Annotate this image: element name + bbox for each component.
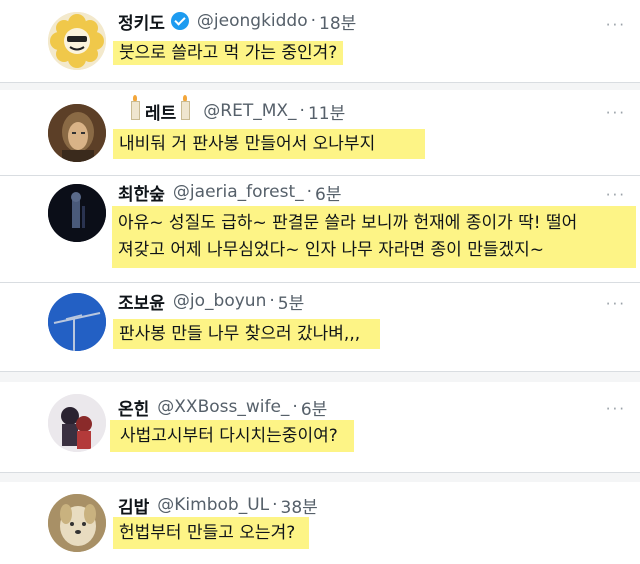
display-name[interactable]: 조보윤	[118, 289, 165, 314]
tweet-card[interactable]: 조보윤 @jo_boyun · 5분 판사봉 만들 나무 찾으러 갔나벼,,, …	[0, 283, 640, 371]
tweet-text: 아유~ 성질도 급하~ 판결문 쓸라 보니까 헌재에 종이가 딱! 떨어 져갖고…	[112, 206, 636, 268]
anime-avatar-icon	[48, 394, 106, 452]
user-handle[interactable]: @Kimbob_UL	[157, 495, 269, 515]
tweet-card[interactable]: 레트 @RET_MX_ · 11분 내비둬 거 판사봉 만들어서 오나부지 ··…	[0, 90, 640, 175]
more-dots-icon[interactable]: ···	[606, 295, 626, 313]
separator-dot: ·	[272, 495, 278, 515]
tweet-header: 조보윤 @jo_boyun · 5분	[118, 288, 304, 314]
tweet-text-line: 사법고시부터 다시치는중이여?	[110, 420, 354, 452]
candle-emoji-icon	[181, 94, 191, 120]
user-handle[interactable]: @XXBoss_wife_	[157, 397, 289, 417]
avatar[interactable]	[48, 104, 106, 162]
timestamp[interactable]: 11분	[308, 99, 345, 124]
user-handle[interactable]: @jeongkiddo	[197, 11, 308, 31]
sky-avatar-icon	[48, 293, 106, 351]
user-handle[interactable]: @jaeria_forest_	[173, 182, 304, 202]
tweet-text-line: 판사봉 만들 나무 찾으러 갔나벼,,,	[113, 319, 381, 349]
user-handle[interactable]: @RET_MX_	[203, 101, 296, 121]
separator-dot: ·	[292, 397, 298, 417]
tweet-header: 정키도 @jeongkiddo · 18분	[118, 8, 356, 34]
timestamp[interactable]: 38분	[281, 493, 318, 518]
tweet-text-line: 져갖고 어제 나무심었다~ 인자 나무 자라면 종이 만들겠지~	[118, 240, 545, 260]
divider	[0, 472, 640, 473]
candle-emoji-icon	[131, 94, 140, 120]
separator-dot: ·	[306, 182, 313, 202]
tweet-card[interactable]: 최한숲 @jaeria_forest_ · 6분 아유~ 성질도 급하~ 판결문…	[0, 176, 640, 282]
display-name[interactable]: 최한숲	[118, 180, 165, 205]
timestamp[interactable]: 6분	[315, 180, 341, 205]
separator-dot: ·	[299, 101, 305, 121]
tweet-text-line: 붓으로 쓸라고 먹 가는 중인겨?	[113, 41, 344, 65]
tweet-text: 붓으로 쓸라고 먹 가는 중인겨?	[113, 40, 344, 67]
dog-avatar-icon	[48, 494, 106, 552]
tweet-text: 헌법부터 만들고 오는겨?	[113, 517, 310, 549]
display-name[interactable]: 온힌	[118, 395, 149, 420]
more-dots-icon[interactable]: ···	[606, 186, 626, 204]
tweet-text-line: 헌법부터 만들고 오는겨?	[113, 517, 310, 549]
timestamp[interactable]: 6분	[301, 395, 327, 420]
tweet-text: 사법고시부터 다시치는중이여?	[110, 420, 354, 452]
display-name[interactable]: 레트	[145, 99, 176, 124]
avatar[interactable]	[48, 494, 106, 552]
avatar[interactable]	[48, 12, 106, 70]
tweet-text-line: 아유~ 성질도 급하~ 판결문 쓸라 보니까 헌재에 종이가 딱! 떨어	[118, 213, 578, 233]
avatar[interactable]	[48, 184, 106, 242]
timestamp[interactable]: 18분	[319, 9, 356, 34]
portrait-avatar-icon	[48, 104, 106, 162]
verified-badge-icon	[170, 12, 189, 30]
avatar[interactable]	[48, 394, 106, 452]
user-handle[interactable]: @jo_boyun	[173, 291, 266, 311]
tweet-card[interactable]: 정키도 @jeongkiddo · 18분 붓으로 쓸라고 먹 가는 중인겨? …	[0, 0, 640, 82]
tweet-text: 판사봉 만들 나무 찾으러 갔나벼,,,	[113, 319, 381, 349]
flower-avatar-icon	[48, 12, 106, 70]
divider	[0, 82, 640, 83]
night-figure-avatar-icon	[48, 184, 106, 242]
tweet-text-line: 내비둬 거 판사봉 만들어서 오나부지	[113, 129, 426, 159]
display-name[interactable]: 정키도	[118, 9, 165, 34]
tweet-header: 온힌 @XXBoss_wife_ · 6분	[118, 394, 327, 420]
tweet-card[interactable]: 김밥 @Kimbob_UL · 38분 헌법부터 만들고 오는겨?	[0, 482, 640, 564]
divider	[0, 371, 640, 372]
separator-dot: ·	[310, 11, 317, 31]
separator-dot: ·	[269, 291, 275, 311]
tweet-header: 최한숲 @jaeria_forest_ · 6분	[118, 179, 342, 205]
avatar[interactable]	[48, 293, 106, 351]
timestamp[interactable]: 5분	[278, 289, 304, 314]
tweet-header: 김밥 @Kimbob_UL · 38분	[118, 492, 318, 518]
tweet-header: 레트 @RET_MX_ · 11분	[126, 94, 345, 124]
more-dots-icon[interactable]: ···	[606, 400, 626, 418]
more-dots-icon[interactable]: ···	[606, 16, 626, 34]
display-name[interactable]: 김밥	[118, 493, 149, 518]
tweet-card[interactable]: 온힌 @XXBoss_wife_ · 6분 사법고시부터 다시치는중이여? ··…	[0, 382, 640, 472]
more-dots-icon[interactable]: ···	[606, 104, 626, 122]
tweet-text: 내비둬 거 판사봉 만들어서 오나부지	[113, 129, 426, 159]
